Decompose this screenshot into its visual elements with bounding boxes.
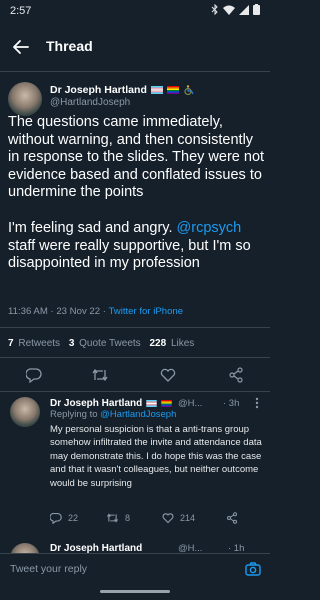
author-name[interactable]: Dr Joseph Hartland [50,84,147,96]
likes-stat[interactable]: 228 Likes [149,338,194,349]
author-handle[interactable]: @HartlandJoseph [50,97,130,108]
reply-button[interactable]: 22 [50,512,78,524]
reply-count: 22 [68,513,79,523]
tweet-paragraph: The questions came immediately, without … [8,114,265,201]
reply-icon [50,512,62,524]
reply-composer[interactable]: Tweet your reply [0,553,270,583]
tweet-actions: 22 8 214 [50,512,264,528]
system-nav-bar [0,583,270,600]
camera-icon[interactable] [244,560,262,578]
retweet-icon [92,368,108,382]
author-name-row[interactable]: Dr Joseph Hartland [50,398,172,409]
divider [0,391,270,392]
like-button[interactable]: 214 [162,512,195,524]
bluetooth-icon [211,4,218,15]
home-indicator[interactable] [100,590,170,593]
divider [0,327,270,328]
retweets-stat[interactable]: 7 Retweets [8,338,60,349]
share-button[interactable] [226,512,238,524]
back-arrow-icon[interactable] [10,36,32,58]
mention-link[interactable]: @rcpsych [177,220,242,236]
author-name-row[interactable]: Dr Joseph Hartland [50,84,194,96]
retweet-button[interactable]: 8 [106,512,130,524]
retweet-button[interactable] [90,365,110,385]
retweet-icon [106,513,119,523]
page-title: Thread [46,38,93,54]
reply-input[interactable]: Tweet your reply [10,563,87,575]
share-icon [226,512,238,524]
author-handle[interactable]: @H... [178,398,202,409]
author-name[interactable]: Dr Joseph Hartland [50,398,142,409]
quotes-stat[interactable]: 3 Quote Tweets [69,338,141,349]
status-icons [211,4,260,15]
pride-flag-icon [166,86,179,95]
mention-link[interactable]: @HartlandJoseph [100,409,176,420]
like-button[interactable] [158,365,178,385]
tweet-paragraph: I'm feeling sad and angry. @rcpsych staf… [8,219,251,272]
like-icon [160,368,176,382]
tweet-time: · 3h [223,398,240,409]
avatar[interactable] [8,82,42,116]
tweet-text: The questions came immediately, without … [8,114,266,273]
trans-flag-icon [146,399,157,407]
tweet-actions [0,365,270,387]
tweet-timestamp: 11:36 AM · 23 Nov 22 · [8,306,106,317]
like-count: 214 [180,513,196,523]
like-icon [162,513,174,524]
battery-icon [253,4,260,15]
tweet-text: My personal suspicion is that a anti-tra… [50,424,262,489]
status-time: 2:57 [10,5,32,17]
share-button[interactable] [226,365,246,385]
more-options-icon[interactable] [250,396,264,410]
trans-flag-icon [150,86,163,95]
retweet-count: 8 [125,513,131,523]
tweet-meta: 11:36 AM · 23 Nov 22 · Twitter for iPhon… [8,306,183,317]
pride-flag-icon [161,399,172,407]
replying-to: Replying to @HartlandJoseph [50,409,177,420]
signal-icon [239,4,249,15]
reply-button[interactable] [24,365,44,385]
wheelchair-emoji-icon [184,85,194,96]
client-link[interactable]: Twitter for iPhone [108,306,183,317]
status-bar: 2:57 [0,0,270,22]
share-icon [229,367,243,383]
reply-icon [26,368,42,383]
wifi-icon [223,5,235,15]
avatar[interactable] [10,397,40,427]
tweet-stats: 7 Retweets 3 Quote Tweets 228 Likes [8,338,200,349]
app-bar: Thread [0,22,270,72]
divider [0,357,270,358]
